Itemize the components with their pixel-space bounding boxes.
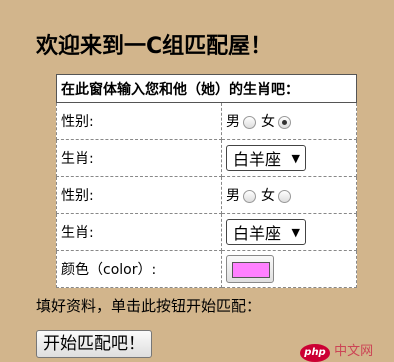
zodiac-select-1[interactable]: 白羊座 ▼ <box>226 145 306 171</box>
zodiac-cell-2: 白羊座 ▼ <box>221 213 357 251</box>
zodiac-row-2: 生肖: 白羊座 ▼ <box>56 213 357 251</box>
female-radio-1[interactable] <box>278 115 291 129</box>
color-label: 颜色（color）: <box>56 250 222 288</box>
color-cell <box>221 250 357 288</box>
site-watermark: php 中文网 <box>300 340 394 362</box>
start-match-button[interactable]: 开始匹配吧！ <box>36 330 152 358</box>
gender-options-2: 男女 <box>221 176 357 214</box>
female-radio-2[interactable] <box>278 189 291 203</box>
form-header-row: 在此窗体输入您和他（她）的生肖吧： <box>56 74 357 103</box>
color-picker-button[interactable] <box>226 255 274 283</box>
female-label-2: 女 <box>261 188 275 204</box>
zodiac-cell-1: 白羊座 ▼ <box>221 139 357 177</box>
zodiac-label-1: 生肖: <box>56 139 222 177</box>
form-header: 在此窗体输入您和他（她）的生肖吧： <box>56 74 357 103</box>
dropdown-arrow-icon: ▼ <box>291 226 300 239</box>
php-logo-icon: php <box>300 344 330 362</box>
watermark-text: 中文网 <box>334 344 374 359</box>
submit-hint: 填好资料，单击此按钮开始匹配： <box>36 297 262 315</box>
zodiac-select-value-1: 白羊座 <box>233 150 282 169</box>
gender-label-2: 性别: <box>56 176 222 214</box>
color-swatch <box>232 262 270 278</box>
zodiac-form-table: 在此窗体输入您和他（她）的生肖吧： 性别: 男女 生肖: 白羊座 ▼ 性别: 男… <box>56 74 357 288</box>
zodiac-row-1: 生肖: 白羊座 ▼ <box>56 139 357 177</box>
male-radio-1[interactable] <box>243 115 256 129</box>
color-row: 颜色（color）: <box>56 250 357 288</box>
dropdown-arrow-icon: ▼ <box>291 152 300 165</box>
female-label-1: 女 <box>261 114 275 130</box>
gender-row-1: 性别: 男女 <box>56 102 357 140</box>
zodiac-select-2[interactable]: 白羊座 ▼ <box>226 219 306 245</box>
zodiac-select-value-2: 白羊座 <box>233 224 282 243</box>
male-label-1: 男 <box>226 114 240 130</box>
page-title: 欢迎来到一C组匹配屋！ <box>36 34 273 59</box>
gender-row-2: 性别: 男女 <box>56 176 357 214</box>
gender-label-1: 性别: <box>56 102 222 140</box>
male-label-2: 男 <box>226 188 240 204</box>
gender-options-1: 男女 <box>221 102 357 140</box>
male-radio-2[interactable] <box>243 189 256 203</box>
zodiac-label-2: 生肖: <box>56 213 222 251</box>
